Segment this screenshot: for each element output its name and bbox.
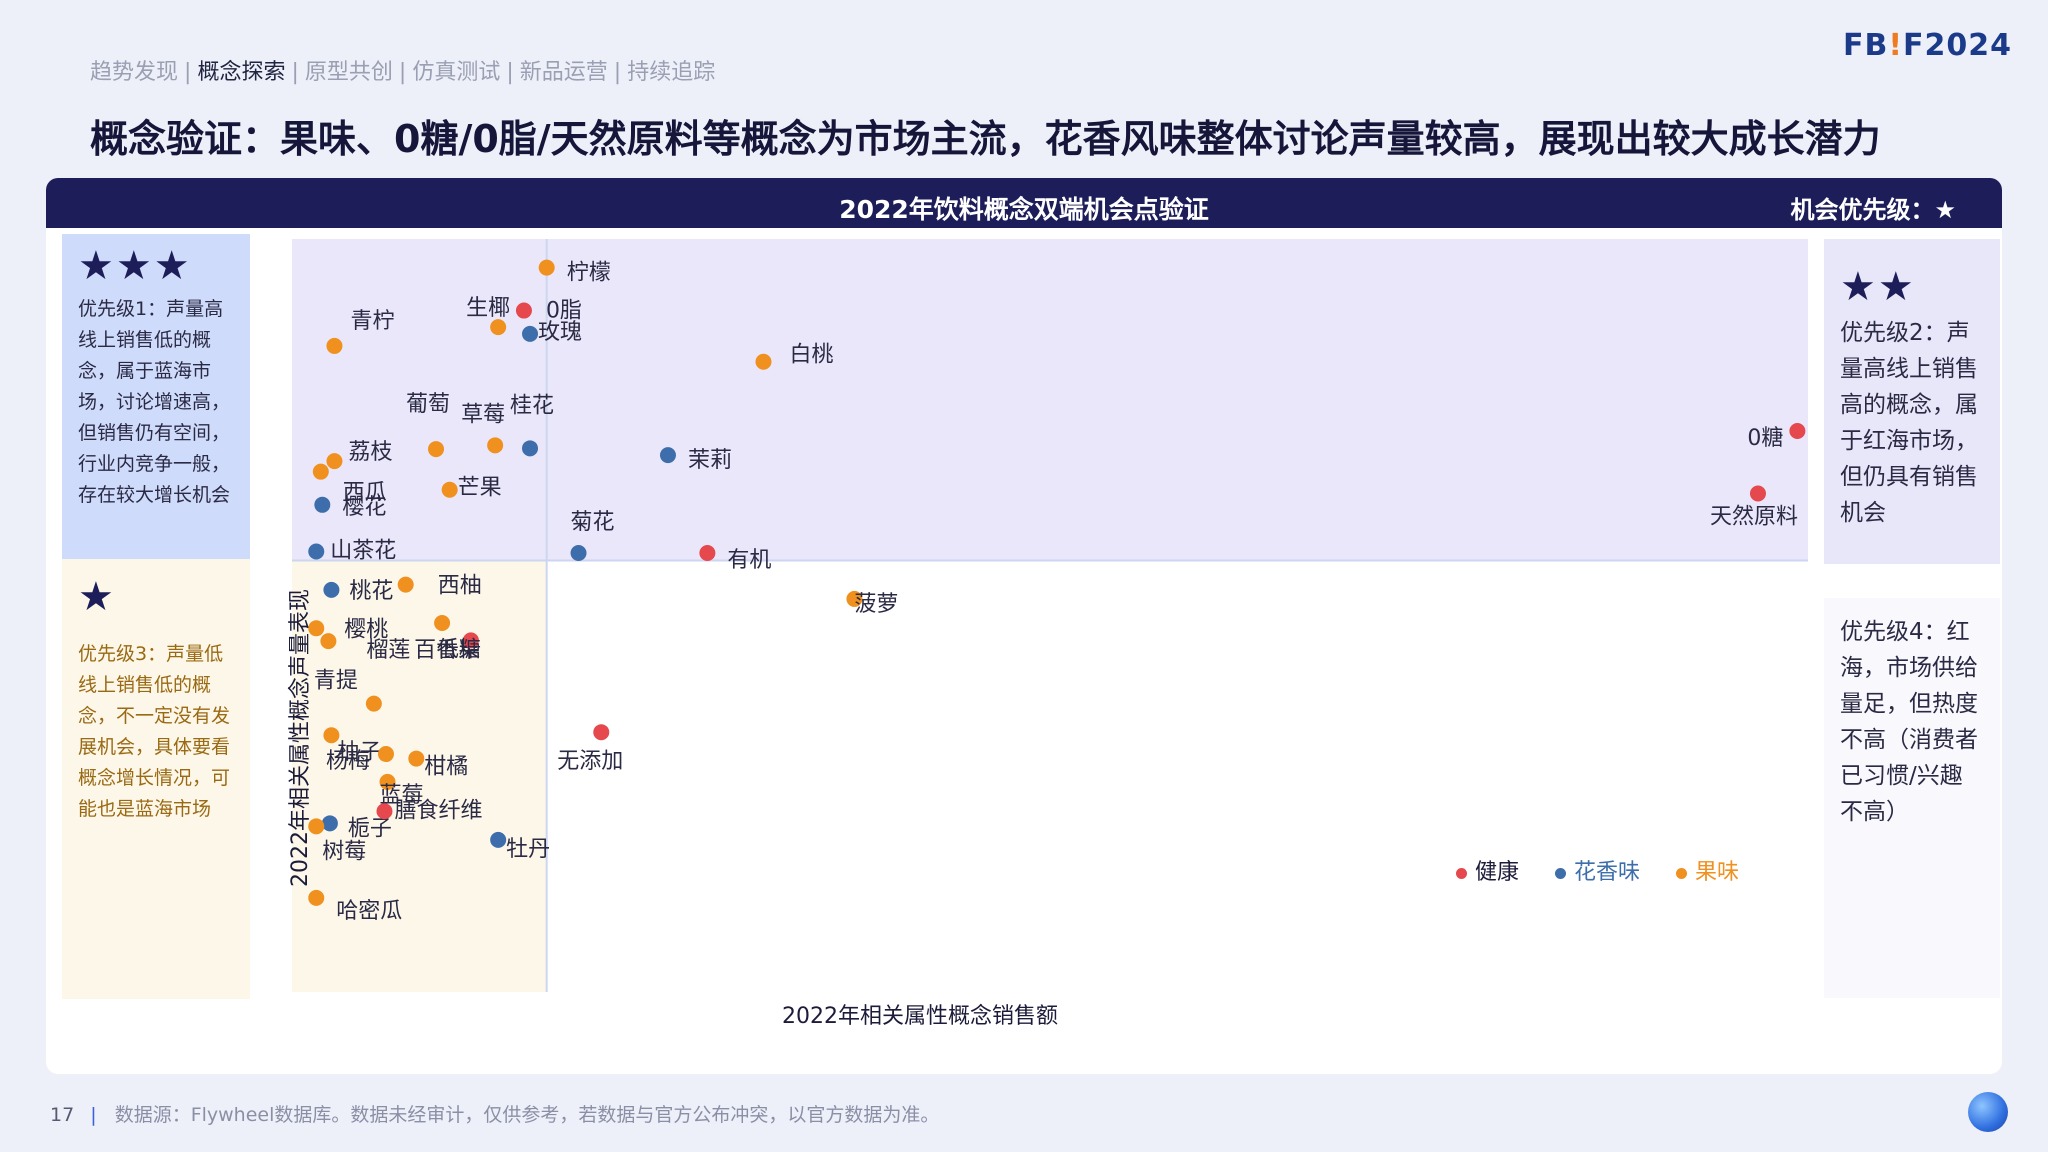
data-label: 天然原料 — [1710, 505, 1798, 530]
data-point — [699, 545, 716, 562]
data-label: 栀子 — [348, 816, 392, 841]
data-point — [522, 325, 539, 342]
data-point — [314, 496, 331, 513]
data-point — [659, 447, 676, 464]
data-point — [755, 353, 772, 370]
data-point — [326, 337, 343, 354]
data-label: 青柠 — [350, 309, 394, 334]
data-label: 茉莉 — [688, 448, 732, 473]
data-label: 荔枝 — [348, 440, 392, 465]
data-point — [323, 581, 340, 598]
page-title: 概念验证：果味、0糖/0脂/天然原料等概念为市场主流，花香风味整体讨论声量较高，… — [90, 117, 1881, 161]
data-point — [365, 695, 382, 712]
data-point — [490, 319, 507, 336]
data-point — [326, 453, 343, 470]
data-point — [487, 437, 504, 454]
footer: 17 | 数据源：Flywheel数据库。数据未经审计，仅供参考，若数据与官方公… — [50, 1100, 939, 1127]
quadrant-bottom-left — [292, 560, 547, 992]
nav-separator: | — [291, 60, 299, 85]
nav-separator: | — [398, 60, 407, 85]
data-point — [434, 615, 451, 632]
data-point — [1789, 423, 1806, 440]
nav-item[interactable]: 趋势发现 — [90, 60, 178, 85]
data-point — [376, 803, 393, 820]
data-point — [522, 440, 539, 457]
data-label: 树莓 — [322, 839, 366, 864]
fbif-logo: FB!F2024 — [1843, 28, 2012, 63]
data-label: 杨梅 — [326, 749, 370, 774]
data-label: 柑橘 — [424, 755, 468, 780]
data-label: 菊花 — [571, 510, 615, 535]
data-label: 西柚 — [438, 574, 482, 599]
data-label: 柠檬 — [567, 261, 611, 286]
data-point — [490, 831, 507, 848]
nav-separator: | — [184, 60, 192, 85]
data-point — [397, 576, 414, 593]
data-label: 膳食纤维 — [394, 798, 482, 823]
data-label: 青提 — [314, 669, 358, 694]
data-point — [1749, 485, 1766, 502]
data-point — [321, 815, 338, 832]
legend-swatch — [1456, 867, 1467, 879]
data-label: 0糖 — [1747, 426, 1783, 451]
data-label: 生椰 — [466, 296, 510, 321]
data-label: 低糖 — [437, 637, 481, 662]
data-label: 葡萄 — [406, 392, 450, 417]
data-point — [515, 302, 532, 319]
data-point — [312, 463, 329, 480]
legend-swatch — [1676, 867, 1688, 879]
data-source-note: 数据源：Flywheel数据库。数据未经审计，仅供参考，若数据与官方公布冲突，以… — [114, 1104, 940, 1126]
legend-entry: 果味 — [1676, 854, 1739, 886]
data-point — [538, 259, 555, 276]
data-label: 桃花 — [349, 579, 393, 604]
data-point — [570, 545, 587, 562]
nav-item[interactable]: 仿真测试 — [412, 60, 500, 85]
data-point — [308, 543, 325, 560]
data-point — [408, 750, 425, 767]
data-point — [377, 746, 394, 763]
footer-divider: | — [90, 1104, 97, 1126]
nav-item[interactable]: 新品运营 — [520, 60, 608, 85]
data-label: 芒果 — [458, 476, 502, 501]
data-label: 哈密瓜 — [336, 899, 402, 924]
logo-text-right: F2024 — [1903, 28, 2012, 63]
data-label: 桂花 — [510, 393, 554, 418]
data-point — [428, 441, 445, 458]
legend-swatch — [1555, 867, 1567, 879]
nav-item[interactable]: 持续追踪 — [627, 60, 715, 85]
chart-legend: 健康 花香味 果味 — [1456, 854, 1775, 886]
legend-label: 健康 — [1475, 860, 1520, 885]
nav-separator: | — [506, 60, 514, 85]
data-label: 榴莲 — [366, 638, 410, 663]
x-axis-label: 2022年相关属性概念销售额 — [782, 1004, 1058, 1029]
data-label: 菠萝 — [854, 592, 898, 617]
y-axis-label: 2022年相关属性概念声量表现 — [288, 589, 313, 887]
data-label: 玫瑰 — [538, 320, 582, 345]
legend-entry: 健康 — [1456, 854, 1519, 886]
page-number: 17 — [50, 1104, 75, 1126]
breadcrumb-nav: 趋势发现 | 概念探索 | 原型共创 | 仿真测试 | 新品运营 | 持续追踪 — [90, 54, 715, 86]
data-label: 草莓 — [461, 402, 505, 427]
data-point — [320, 633, 337, 650]
data-point — [441, 481, 458, 498]
data-label: 无添加 — [557, 749, 623, 774]
legend-label: 果味 — [1695, 860, 1740, 885]
legend-label: 花香味 — [1574, 860, 1641, 885]
chart-card: 2022年饮料概念双端机会点验证 机会优先级：★ ★★★ 优先级1：声量高线上销… — [46, 178, 2002, 1074]
legend-entry: 花香味 — [1555, 854, 1640, 886]
nav-item[interactable]: 概念探索 — [197, 60, 285, 85]
data-point — [593, 724, 610, 741]
data-label: 牡丹 — [506, 837, 550, 862]
nav-separator: | — [613, 60, 622, 85]
flywheel-logo-icon — [1968, 1092, 2008, 1132]
data-label: 樱花 — [342, 495, 386, 520]
data-label: 有机 — [727, 548, 771, 573]
logo-text-left: FB — [1842, 28, 1889, 63]
data-label: 山茶花 — [330, 538, 396, 563]
data-label: 白桃 — [789, 343, 833, 368]
logo-text-bang: ! — [1888, 28, 1903, 63]
nav-item[interactable]: 原型共创 — [305, 60, 393, 85]
scatter-plot: 柠檬生椰 0脂玫瑰青柠白桃葡萄 草莓 桂花茉莉荔枝西瓜樱花芒果山茶花菊花有机0糖天然原… — [292, 239, 1808, 992]
